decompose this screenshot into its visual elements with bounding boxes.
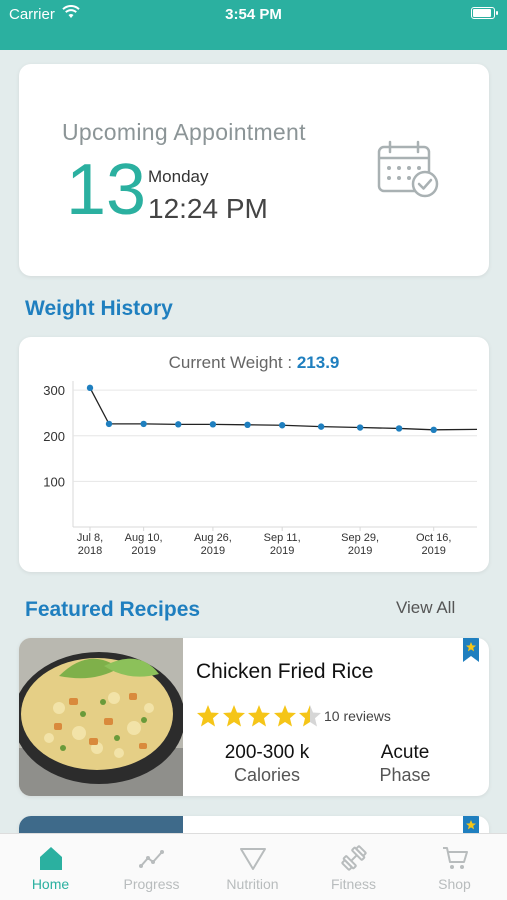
- weight-data-point: [140, 420, 147, 428]
- rating-star-icon: [197, 705, 219, 727]
- tab-fitness[interactable]: Fitness: [303, 834, 404, 900]
- status-bar: Carrier 3:54 PM: [0, 0, 507, 50]
- recipe-card[interactable]: Chicken Fried Rice 10 reviews 200-300 k …: [19, 638, 489, 796]
- calories-label: Calories: [233, 765, 301, 785]
- x-tick-label: 2018: [78, 545, 102, 557]
- weight-history-title: Weight History: [25, 297, 173, 320]
- x-tick-label: 2019: [348, 545, 372, 557]
- review-count: 10 reviews: [324, 708, 391, 724]
- weight-data-point: [209, 421, 217, 428]
- nutrition-triangle-icon: [240, 848, 266, 870]
- x-tick-label: 2019: [270, 545, 294, 557]
- tab-home[interactable]: Home: [0, 834, 101, 900]
- y-tick-label: 200: [43, 429, 65, 444]
- weight-data-point: [317, 423, 325, 430]
- x-tick-label: Sep 29,: [341, 532, 379, 544]
- dumbbell-icon: [341, 845, 367, 871]
- rating-star-icon: [248, 705, 270, 727]
- tab-label: Progress: [123, 876, 180, 892]
- appointment-title: Upcoming Appointment: [62, 119, 306, 145]
- progress-chart-icon: [139, 850, 164, 868]
- tab-label: Fitness: [330, 876, 377, 892]
- weight-data-point: [175, 421, 182, 428]
- featured-recipes-title: Featured Recipes: [25, 598, 201, 621]
- rating-star-icon: [222, 705, 245, 727]
- x-tick-label: Oct 16,: [416, 532, 451, 544]
- shopping-cart-icon: [443, 847, 468, 869]
- recipe-image: [19, 638, 183, 796]
- phase-value: Acute: [380, 742, 430, 763]
- tab-bar: Home Progress Nutrition Fitness Shop: [0, 833, 507, 900]
- view-all-link[interactable]: View All: [396, 598, 455, 618]
- weight-data-point: [244, 421, 251, 428]
- upcoming-appointment-card[interactable]: Upcoming Appointment 13 Monday 12:24 PM: [19, 64, 489, 276]
- battery-icon: [471, 7, 498, 19]
- recipe-name: Chicken Fried Rice: [196, 660, 374, 683]
- weight-chart: 300200100Jul 8,2018Aug 10,2019Aug 26,201…: [43, 381, 478, 557]
- rating-star-icon: [299, 705, 321, 727]
- tab-nutrition[interactable]: Nutrition: [202, 834, 303, 900]
- appointment-time: 12:24 PM: [148, 193, 268, 224]
- rating-stars: [196, 704, 324, 728]
- phase-label: Phase: [379, 765, 431, 785]
- appointment-day: 13: [66, 150, 147, 230]
- tab-label: Shop: [438, 876, 471, 892]
- y-tick-label: 100: [43, 474, 65, 489]
- weight-history-card[interactable]: Current Weight : 213.9 300 200 100 Jul 8, 20…: [19, 337, 489, 572]
- bookmark-star-icon[interactable]: [463, 638, 479, 667]
- weight-data-point: [278, 422, 286, 429]
- weight-data-point: [105, 420, 113, 428]
- weight-data-point: [395, 425, 403, 432]
- appointment-weekday: Monday: [148, 167, 209, 186]
- calories-value: 200-300 k: [224, 742, 310, 763]
- x-tick-label: Sep 11,: [264, 532, 301, 544]
- clock: 3:54 PM: [225, 6, 282, 23]
- tab-progress[interactable]: Progress: [101, 834, 202, 900]
- rating-star-icon: [273, 705, 296, 727]
- x-tick-label: Aug 10,: [125, 532, 163, 544]
- tab-label: Nutrition: [226, 876, 279, 892]
- x-tick-label: 2019: [201, 545, 225, 557]
- x-tick-label: 2019: [131, 545, 155, 557]
- y-tick-label: 300: [43, 383, 65, 398]
- calendar-check-icon: [375, 140, 441, 205]
- weight-data-point: [356, 424, 364, 431]
- home-icon: [40, 847, 62, 870]
- weight-data-point: [430, 426, 437, 434]
- x-tick-label: Jul 8,: [77, 532, 103, 544]
- weight-data-point: [86, 384, 94, 392]
- tab-label: Home: [31, 876, 70, 892]
- x-tick-label: Aug 26,: [194, 532, 232, 544]
- x-tick-label: 2019: [421, 545, 445, 557]
- tab-shop[interactable]: Shop: [404, 834, 505, 900]
